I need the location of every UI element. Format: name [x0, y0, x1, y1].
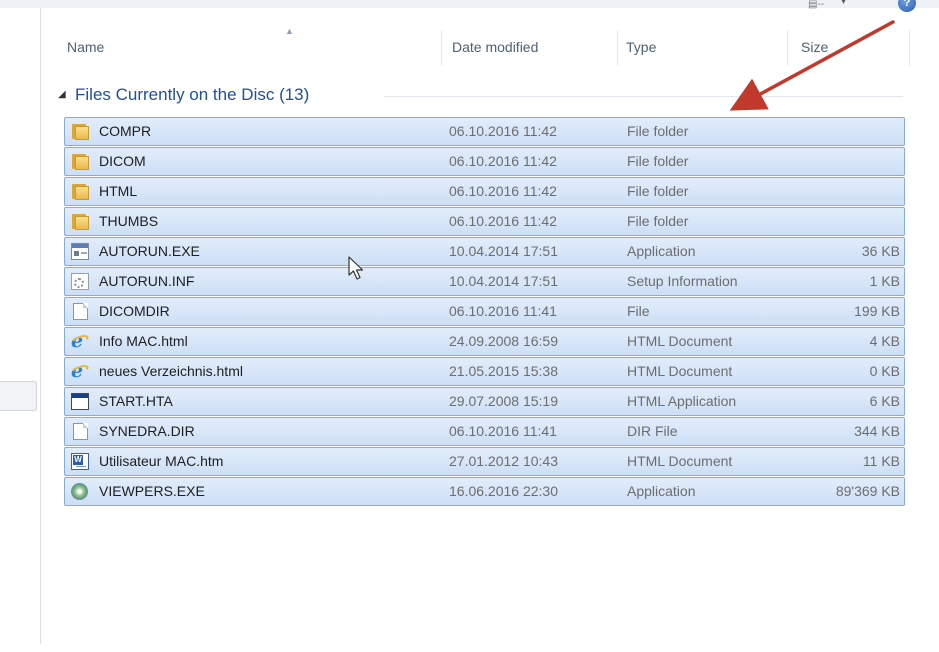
file-name: DICOM	[99, 153, 146, 169]
file-name: AUTORUN.INF	[99, 273, 195, 289]
view-options-icon[interactable]: ▤--	[808, 0, 824, 10]
column-header-name[interactable]: Name	[67, 39, 104, 55]
file-icon	[73, 303, 88, 320]
file-size: 199 KB	[854, 303, 900, 319]
sort-ascending-icon: ▲	[285, 26, 294, 36]
file-date-modified: 06.10.2016 11:42	[449, 213, 557, 229]
file-row[interactable]: COMPR 06.10.2016 11:42 File folder	[64, 117, 905, 146]
mouse-cursor-icon	[348, 256, 364, 280]
file-type: File folder	[627, 123, 689, 139]
file-size: 344 KB	[854, 423, 900, 439]
file-row[interactable]: AUTORUN.EXE 10.04.2014 17:51 Application 36…	[64, 237, 905, 266]
file-date-modified: 06.10.2016 11:42	[449, 183, 557, 199]
file-type: HTML Document	[627, 363, 733, 379]
column-divider[interactable]	[441, 30, 442, 66]
internet-explorer-icon: e	[70, 360, 90, 382]
column-divider[interactable]	[909, 30, 910, 66]
file-row[interactable]: W Utilisateur MAC.htm 27.01.2012 10:43 HTML…	[64, 447, 905, 476]
file-type: DIR File	[627, 423, 678, 439]
word-document-icon: W	[71, 453, 89, 470]
navigation-pane[interactable]	[0, 8, 41, 644]
file-name: VIEWPERS.EXE	[99, 483, 205, 499]
file-type: HTML Document	[627, 333, 733, 349]
file-name: HTML	[99, 183, 138, 199]
column-header-size[interactable]: Size	[801, 39, 828, 55]
file-date-modified: 16.06.2016 22:30	[449, 483, 558, 499]
file-size: 6 KB	[869, 393, 900, 409]
file-size: 36 KB	[861, 243, 900, 259]
file-size: 89'369 KB	[835, 483, 900, 499]
file-date-modified: 29.07.2008 15:19	[449, 393, 558, 409]
file-row[interactable]: DICOMDIR 06.10.2016 11:41 File 199 KB	[64, 297, 905, 326]
folder-icon	[71, 213, 89, 230]
file-date-modified: 06.10.2016 11:41	[449, 303, 557, 319]
navigation-pane-selected-item[interactable]	[0, 381, 37, 411]
html-application-icon	[71, 393, 89, 410]
group-title: Files Currently on the Disc (13)	[75, 85, 310, 104]
file-icon	[73, 423, 88, 440]
folder-icon	[71, 153, 89, 170]
file-row[interactable]: START.HTA 29.07.2008 15:19 HTML Applicatio…	[64, 387, 905, 416]
top-toolbar-strip	[0, 0, 939, 8]
file-name: AUTORUN.EXE	[99, 243, 200, 259]
file-row[interactable]: e neues Verzeichnis.html 21.05.2015 15:38 H…	[64, 357, 905, 386]
file-size: 4 KB	[869, 333, 900, 349]
file-size: 1 KB	[869, 273, 900, 289]
file-row[interactable]: AUTORUN.INF 10.04.2014 17:51 Setup Informa…	[64, 267, 905, 296]
file-date-modified: 06.10.2016 11:41	[449, 423, 557, 439]
file-size: 11 KB	[862, 453, 900, 469]
collapse-group-icon[interactable]: ◢	[58, 89, 66, 100]
file-name: Info MAC.html	[99, 333, 188, 349]
file-name: neues Verzeichnis.html	[99, 363, 243, 379]
file-type: Setup Information	[627, 273, 738, 289]
file-name: SYNEDRA.DIR	[99, 423, 195, 439]
file-date-modified: 06.10.2016 11:42	[449, 153, 557, 169]
file-date-modified: 21.05.2015 15:38	[449, 363, 558, 379]
file-type: Application	[627, 243, 696, 259]
group-header[interactable]: ◢ Files Currently on the Disc (13)	[58, 84, 903, 108]
file-type: Application	[627, 483, 696, 499]
chevron-down-icon[interactable]: ▾	[841, 0, 846, 7]
file-row[interactable]: DICOM 06.10.2016 11:42 File folder	[64, 147, 905, 176]
file-type: File folder	[627, 153, 689, 169]
file-type: HTML Document	[627, 453, 733, 469]
file-date-modified: 10.04.2014 17:51	[449, 243, 558, 259]
help-icon[interactable]: ?	[898, 0, 916, 12]
file-date-modified: 10.04.2014 17:51	[449, 273, 558, 289]
folder-icon	[71, 183, 89, 200]
folder-icon	[71, 123, 89, 140]
internet-explorer-icon: e	[70, 330, 90, 352]
column-header-date-modified[interactable]: Date modified	[452, 39, 538, 55]
file-type: HTML Application	[627, 393, 737, 409]
file-row[interactable]: SYNEDRA.DIR 06.10.2016 11:41 DIR File 344 K…	[64, 417, 905, 446]
file-row[interactable]: HTML 06.10.2016 11:42 File folder	[64, 177, 905, 206]
file-type: File folder	[627, 183, 689, 199]
file-size: 0 KB	[869, 363, 900, 379]
file-type: File folder	[627, 213, 689, 229]
file-list: COMPR 06.10.2016 11:42 File folder DICOM 06.…	[64, 117, 905, 507]
setup-information-icon	[71, 273, 89, 290]
viewer-application-icon	[71, 483, 89, 500]
file-date-modified: 27.01.2012 10:43	[449, 453, 558, 469]
file-name: Utilisateur MAC.htm	[99, 453, 224, 469]
file-date-modified: 06.10.2016 11:42	[449, 123, 557, 139]
file-date-modified: 24.09.2008 16:59	[449, 333, 558, 349]
group-divider-line	[384, 96, 903, 97]
file-row[interactable]: e Info MAC.html 24.09.2008 16:59 HTML Docum…	[64, 327, 905, 356]
file-row[interactable]: VIEWPERS.EXE 16.06.2016 22:30 Application 8…	[64, 477, 905, 506]
column-header-type[interactable]: Type	[626, 39, 656, 55]
column-header-bar: ▲ Name Date modified Type Size	[41, 26, 939, 66]
file-name: THUMBS	[99, 213, 159, 229]
file-name: DICOMDIR	[99, 303, 170, 319]
file-name: START.HTA	[99, 393, 173, 409]
file-type: File	[627, 303, 650, 319]
column-divider[interactable]	[617, 30, 618, 66]
application-icon	[71, 243, 89, 260]
file-row[interactable]: THUMBS 06.10.2016 11:42 File folder	[64, 207, 905, 236]
file-name: COMPR	[99, 123, 152, 139]
column-divider[interactable]	[787, 30, 788, 66]
